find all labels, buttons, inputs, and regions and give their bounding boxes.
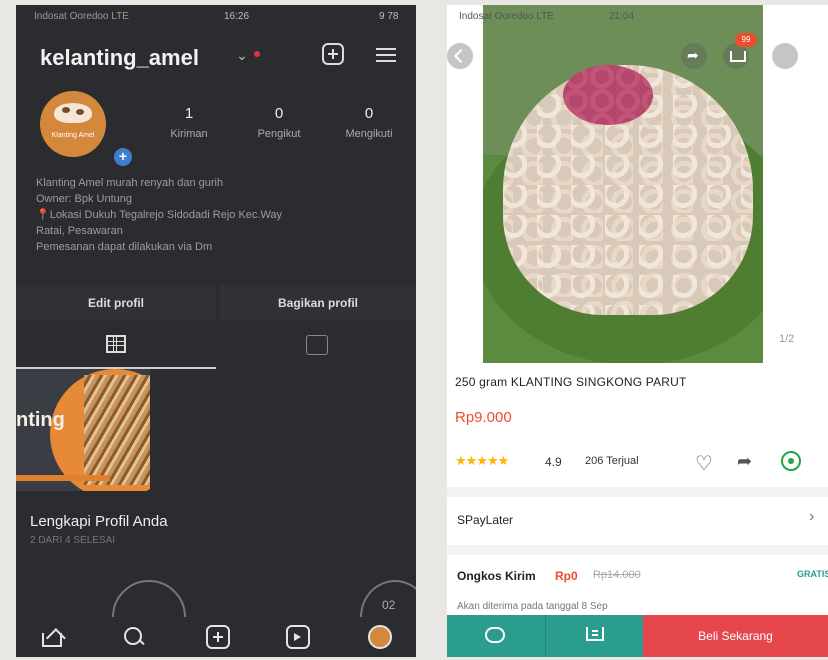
- username[interactable]: kelanting_amel: [40, 45, 199, 71]
- shipping-label: Ongkos Kirim: [457, 569, 536, 583]
- bio-line: Klanting Amel murah renyah dan gurih: [36, 177, 224, 189]
- shipping-price: Rp0: [555, 569, 578, 583]
- create-post-icon[interactable]: [322, 43, 344, 65]
- complete-profile-title: Lengkapi Profil Anda: [30, 513, 168, 530]
- chat-icon: [485, 627, 505, 643]
- stat-followers[interactable]: 0 Pengikut: [244, 105, 314, 140]
- stat-number: 0: [364, 105, 374, 122]
- product-image[interactable]: [483, 5, 763, 363]
- buy-now-button[interactable]: Beli Sekarang: [643, 615, 828, 657]
- stat-following[interactable]: 0 Mengikuti: [334, 105, 404, 140]
- food-illustration: [54, 103, 92, 123]
- share-icon[interactable]: [681, 43, 707, 69]
- search-icon[interactable]: [122, 625, 146, 649]
- bio-line: Ratai, Pesawaran: [36, 225, 123, 237]
- reels-icon[interactable]: [286, 625, 310, 649]
- status-bar: Indosat Ooredoo LTE 21:04: [459, 11, 634, 22]
- star-rating-icon: ★★★★★: [455, 453, 509, 468]
- stat-label: Mengikuti: [345, 128, 393, 140]
- divider: [447, 545, 828, 555]
- back-icon[interactable]: [447, 43, 473, 69]
- product-price: Rp9.000: [455, 409, 512, 426]
- pink-klanting: [563, 65, 653, 125]
- clock: 16:26: [224, 11, 250, 22]
- cart-badge: 99: [735, 33, 757, 47]
- share-profile-button[interactable]: Bagikan profil: [220, 285, 416, 321]
- bio-line: Owner: Bpk Untung: [36, 193, 132, 205]
- complete-profile-progress: 2 DARI 4 SELESAI: [30, 535, 116, 546]
- post-food-image: [84, 375, 150, 485]
- clock: 21:04: [609, 11, 635, 22]
- free-shipping-badge: GRATIS: [797, 569, 828, 579]
- share-icon[interactable]: ➦: [737, 451, 752, 472]
- avatar-brand-text: Klanting Amel: [51, 132, 95, 139]
- profile-nav-icon[interactable]: [368, 625, 392, 649]
- whatsapp-icon[interactable]: [781, 451, 801, 471]
- chevron-right-icon[interactable]: ›: [809, 508, 814, 526]
- add-to-cart-button[interactable]: [545, 615, 643, 657]
- profile-header: kelanting_amel ⌄: [40, 39, 400, 75]
- edit-profile-button[interactable]: Edit profil: [16, 285, 216, 321]
- rating-value: 4.9: [545, 455, 562, 469]
- stat-number: 0: [274, 105, 284, 122]
- carrier-text: Indosat Ooredoo LTE: [34, 11, 129, 22]
- divider: [447, 487, 828, 497]
- more-icon[interactable]: [772, 43, 798, 69]
- stat-posts[interactable]: 1 Kiriman: [154, 105, 224, 140]
- sold-count: 206 Terjual: [585, 455, 639, 467]
- instagram-profile-screen: Indosat Ooredoo LTE 16:26 9 78 kelanting…: [16, 5, 416, 657]
- carrier-text: Indosat Ooredoo LTE: [459, 11, 554, 22]
- post-thumbnail[interactable]: nting: [16, 369, 150, 491]
- battery-indicator: 9 78: [379, 11, 399, 22]
- chat-button[interactable]: [447, 615, 545, 657]
- shipping-original-price: Rp14.000: [593, 569, 641, 581]
- stat-label: Kiriman: [170, 128, 208, 140]
- avatar[interactable]: Klanting Amel: [40, 91, 106, 157]
- grid-icon[interactable]: [106, 335, 126, 353]
- rating-row: ★★★★★ 4.9 206 Terjual ♡ ➦: [455, 451, 825, 476]
- add-icon[interactable]: [206, 625, 230, 649]
- profile-bio: Klanting Amel murah renyah dan gurih Own…: [36, 175, 396, 255]
- bottom-action-bar: Beli Sekarang: [447, 615, 828, 657]
- post-text: nting: [16, 409, 65, 431]
- tagged-icon[interactable]: [306, 335, 328, 355]
- bottom-nav: [16, 617, 416, 657]
- shopee-product-screen: Indosat Ooredoo LTE 21:04 99 1/2 250 gra…: [447, 5, 828, 657]
- add-story-icon[interactable]: +: [112, 146, 134, 168]
- bio-line: Pemesanan dapat dilakukan via Dm: [36, 241, 213, 253]
- notification-dot: [254, 51, 260, 57]
- heart-icon[interactable]: ♡: [695, 451, 713, 476]
- product-title: 250 gram KLANTING SINGKONG PARUT: [455, 375, 687, 389]
- cart-icon: [586, 627, 604, 641]
- image-counter: 1/2: [779, 333, 795, 345]
- post-strip: [16, 475, 110, 481]
- chevron-down-icon[interactable]: ⌄: [236, 47, 248, 64]
- menu-icon[interactable]: [376, 45, 396, 63]
- home-icon[interactable]: [42, 633, 62, 647]
- status-bar: Indosat Ooredoo LTE 16:26 9 78: [34, 11, 398, 22]
- spaylater-row[interactable]: SPayLater: [457, 513, 513, 527]
- delivery-estimate: Akan diterima pada tanggal 8 Sep: [457, 601, 608, 612]
- ring-text: 02: [382, 598, 396, 612]
- stat-label: Pengikut: [257, 128, 301, 140]
- bio-line: 📍Lokasi Dukuh Tegalrejo Sidodadi Rejo Ke…: [36, 209, 283, 221]
- stat-number: 1: [184, 105, 194, 122]
